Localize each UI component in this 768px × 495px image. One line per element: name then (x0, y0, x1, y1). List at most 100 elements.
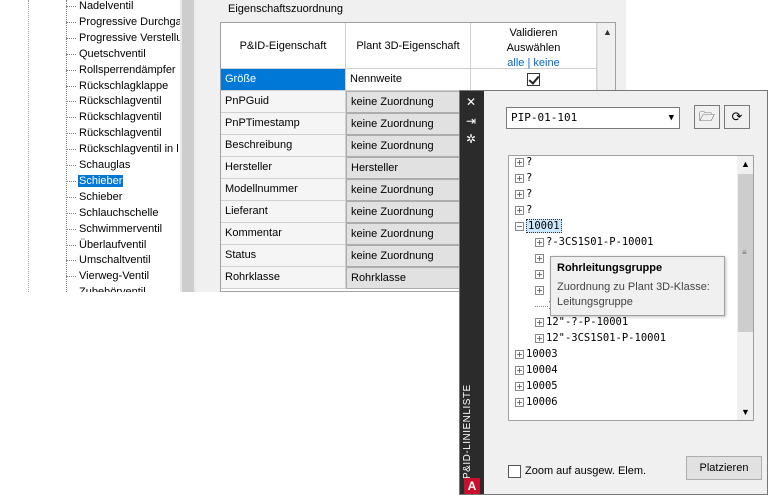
column-header-plant3d[interactable]: Plant 3D-Eigenschaft (346, 23, 471, 69)
plant3d-property-dropdown[interactable]: keine Zuordnung⌄ (346, 113, 471, 135)
line-tree-node[interactable]: +12"-3CS1S01-P-10001 (535, 330, 666, 346)
folder-open-icon: 🗁 (698, 109, 716, 124)
properties-icon[interactable]: ✲ (466, 133, 476, 145)
tree-scroll-thumb[interactable] (182, 0, 194, 292)
tree-item-label: Rückschlagventil in l (79, 143, 179, 156)
tree-connector (66, 165, 76, 166)
line-tree-node[interactable]: + (535, 282, 546, 298)
validate-checkbox[interactable] (527, 73, 540, 86)
tree-item-label: Überlaufventil (79, 238, 147, 251)
pid-property-cell[interactable]: Kommentar (221, 223, 346, 245)
table-row[interactable]: Größe Nennweite (221, 69, 597, 91)
tree-item[interactable]: Rollsperrendämpfer (66, 63, 177, 78)
column-header-pid[interactable]: P&ID-Eigenschaft (221, 23, 346, 69)
tree-item[interactable]: Progressive Verstellu (66, 31, 183, 46)
line-tree-node[interactable]: + (535, 250, 546, 266)
tree-item[interactable]: Überlaufventil (66, 238, 147, 253)
tree-item[interactable]: Umschaltventil (66, 253, 152, 268)
expand-icon[interactable]: + (515, 397, 524, 407)
plant3d-property-dropdown[interactable]: keine Zuordnung⌄ (346, 201, 471, 223)
collapse-icon[interactable]: − (515, 221, 524, 231)
pid-property-cell[interactable]: Größe (221, 69, 346, 91)
expand-icon[interactable]: + (515, 381, 524, 391)
tree-item[interactable]: Rückschlagklappe (66, 79, 169, 94)
tree-item-label: Schieber (78, 174, 124, 187)
expand-icon[interactable]: + (535, 253, 544, 263)
plant3d-property-dropdown[interactable]: Hersteller⌄ (346, 157, 471, 179)
select-none-link[interactable]: keine (533, 57, 559, 69)
line-tree-node[interactable]: +12"-?-P-10001 (535, 314, 628, 330)
pid-property-cell[interactable]: PnPGuid (221, 91, 346, 113)
expand-icon[interactable]: + (515, 157, 524, 167)
tree-item[interactable]: Rückschlagventil (66, 94, 163, 109)
pid-property-cell[interactable]: Rohrklasse (221, 267, 346, 289)
tree-item[interactable]: Schwimmerventil (66, 222, 163, 237)
line-tree-node[interactable]: +? (515, 202, 532, 218)
expand-icon[interactable]: + (515, 173, 524, 183)
expand-icon[interactable]: + (515, 189, 524, 199)
line-tree-node[interactable]: + ?-3CS1S01-P-10001 (535, 234, 653, 250)
plant3d-property-dropdown[interactable]: Nennweite (346, 69, 471, 91)
line-tree-node-label: ? (526, 172, 533, 184)
expand-icon[interactable]: + (535, 317, 544, 327)
autohide-icon[interactable]: ⇥ (466, 115, 476, 127)
plant3d-property-dropdown[interactable]: keine Zuordnung⌄ (346, 135, 471, 157)
tree-item[interactable]: Schauglas (66, 158, 131, 173)
tree-item[interactable]: Rückschlagventil in l (66, 142, 180, 157)
tree-item[interactable]: Vierweg-Ventil (66, 269, 150, 284)
tooltip-title: Rohrleitungsgruppe (557, 262, 663, 274)
plant3d-property-dropdown[interactable]: keine Zuordnung⌄ (346, 223, 471, 245)
validate-cell[interactable] (471, 69, 597, 91)
select-all-link[interactable]: alle (507, 57, 524, 69)
expand-icon[interactable]: + (515, 205, 524, 215)
tree-item[interactable]: Progressive Durchga (66, 15, 183, 30)
line-tree-node[interactable]: +10004 (515, 362, 558, 378)
plant3d-property-dropdown[interactable]: keine Zuordnung⌄ (346, 179, 471, 201)
tree-item[interactable]: Schieber (66, 174, 124, 189)
line-tree-node[interactable]: +10005 (515, 378, 558, 394)
line-tree-node[interactable]: + (535, 266, 546, 282)
plant3d-property-dropdown[interactable]: Rohrklasse⌄ (346, 267, 471, 289)
scroll-up-icon[interactable]: ▲ (603, 27, 612, 37)
scroll-up-icon[interactable]: ▲ (741, 159, 750, 169)
line-tree-node[interactable]: +? (515, 186, 532, 202)
line-tree-node[interactable]: +10003 (515, 346, 558, 362)
select-label: Auswählen (506, 42, 561, 54)
pid-property-cell[interactable]: Lieferant (221, 201, 346, 223)
scroll-down-icon[interactable]: ▼ (741, 407, 750, 417)
pid-property-cell[interactable]: Modellnummer (221, 179, 346, 201)
line-tree-node[interactable]: +? (515, 170, 532, 186)
line-tree-node[interactable]: −10001 (515, 218, 562, 234)
expand-icon[interactable]: + (515, 365, 524, 375)
pid-property-cell[interactable]: Status (221, 245, 346, 267)
expand-icon[interactable]: + (535, 333, 544, 343)
drawing-dropdown[interactable]: PIP-01-101 ▼ (506, 107, 680, 129)
place-button[interactable]: Platzieren (686, 456, 762, 480)
line-tree-node[interactable]: +? (515, 156, 532, 170)
tree-guide-line (28, 0, 29, 292)
zoom-checkbox[interactable] (508, 464, 521, 478)
tree-item[interactable]: Schlauchschelle (66, 206, 160, 221)
expand-icon[interactable]: + (535, 269, 544, 279)
plant3d-property-dropdown[interactable]: keine Zuordnung⌄ (346, 91, 471, 113)
tree-item[interactable]: Quetschventil (66, 47, 147, 62)
line-tree-node[interactable]: +10006 (515, 394, 558, 410)
tree-item[interactable]: Zubehörventil (66, 285, 147, 292)
expand-icon[interactable]: + (535, 285, 544, 295)
expand-icon[interactable]: + (535, 237, 544, 247)
pid-property-cell[interactable]: Beschreibung (221, 135, 346, 157)
tree-connector (66, 6, 76, 7)
tree-item[interactable]: Rückschlagventil (66, 126, 163, 141)
pid-property-cell[interactable]: Hersteller (221, 157, 346, 179)
open-folder-button[interactable]: 🗁 (694, 105, 720, 129)
line-tree-scrollbar[interactable]: ▲ ≡ ▼ (737, 156, 753, 420)
tree-item[interactable]: Nadelventil (66, 0, 134, 14)
tree-item[interactable]: Rückschlagventil (66, 110, 163, 125)
expand-icon[interactable]: + (515, 349, 524, 359)
zoom-checkbox-row[interactable]: Zoom auf ausgew. Elem. (508, 463, 646, 479)
refresh-button[interactable]: ⟳ (724, 105, 750, 129)
pid-property-cell[interactable]: PnPTimestamp (221, 113, 346, 135)
plant3d-property-dropdown[interactable]: keine Zuordnung⌄ (346, 245, 471, 267)
close-icon[interactable]: ✕ (466, 96, 476, 108)
tree-item[interactable]: Schieber (66, 190, 123, 205)
